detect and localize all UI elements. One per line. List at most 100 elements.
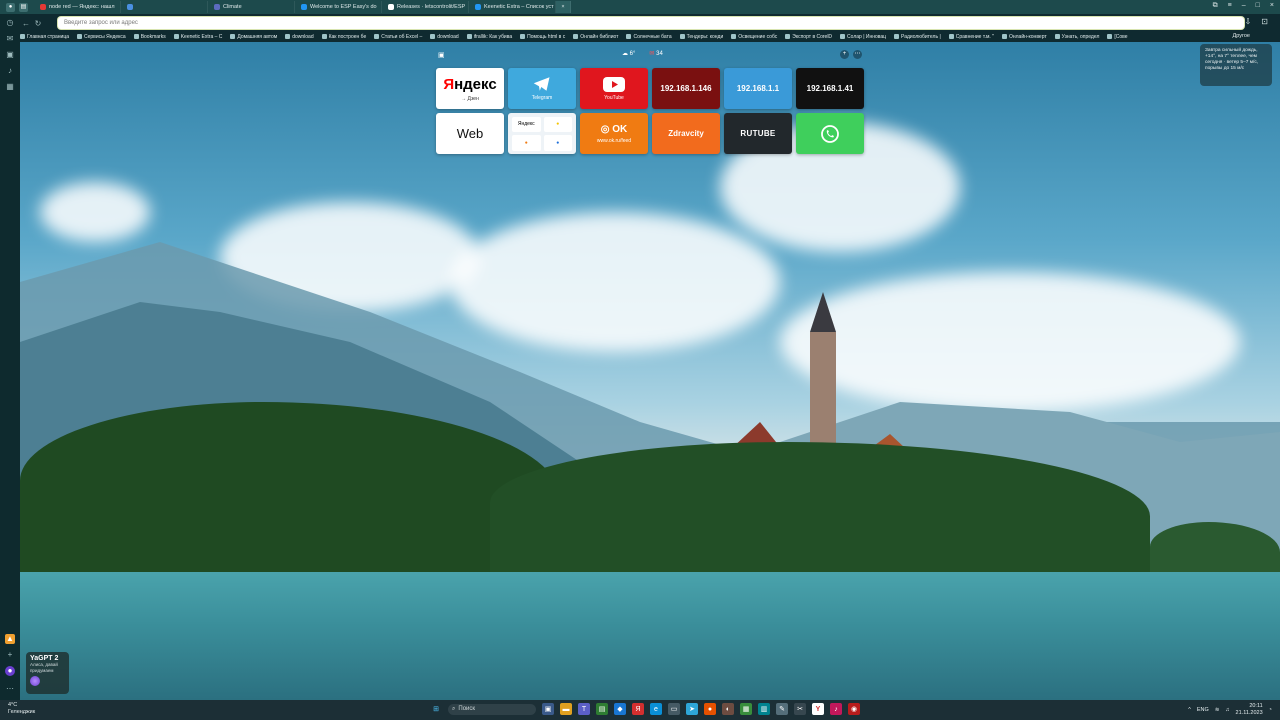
- notes-icon[interactable]: ▦: [5, 82, 15, 92]
- clock[interactable]: 20:11 21.11.2023: [1236, 703, 1263, 717]
- tile-web[interactable]: Web: [436, 113, 504, 154]
- bookmark-item[interactable]: [Сове: [1107, 34, 1128, 40]
- app-icon[interactable]: ▭: [668, 703, 680, 715]
- bookmarks-other[interactable]: Другое: [1233, 33, 1250, 39]
- edge-icon[interactable]: e: [650, 703, 662, 715]
- bookmark-item[interactable]: download: [285, 34, 314, 40]
- yandex-browser-icon[interactable]: Я: [632, 703, 644, 715]
- bookmark-item[interactable]: Статьи об Excel –: [374, 34, 422, 40]
- tab[interactable]: node red — Яндекс: нашл: [34, 1, 121, 13]
- bookmark-item[interactable]: Узнать, определ: [1054, 34, 1099, 40]
- profile-icon[interactable]: ●: [6, 2, 15, 12]
- bookmark-item[interactable]: Помощь html в с: [520, 34, 565, 40]
- bookmark-item[interactable]: Солар | Инновац: [840, 34, 886, 40]
- bookmark-item[interactable]: Главная страница: [20, 34, 69, 40]
- bookmark-item[interactable]: Онлайн-конверт: [1001, 34, 1047, 40]
- app-icon[interactable]: ♪: [830, 703, 842, 715]
- tile-whatsapp[interactable]: [796, 113, 864, 154]
- tile-yandex[interactable]: Яндекс → Дзен: [436, 68, 504, 109]
- downloads-icon[interactable]: ⇩: [1245, 17, 1252, 26]
- history-icon[interactable]: ◷: [5, 18, 15, 28]
- bookmark-icon[interactable]: ⧉: [1213, 2, 1218, 10]
- weather-widget[interactable]: ☁ 6°: [622, 50, 635, 57]
- lang-indicator[interactable]: ENG: [1197, 707, 1209, 713]
- telegram-taskbar-icon[interactable]: ➤: [686, 703, 698, 715]
- tile-folder[interactable]: Яндекс ● ● ●: [508, 113, 576, 154]
- bookmark-item[interactable]: Сравнение т.м. ": [948, 34, 994, 40]
- tile-ip-146[interactable]: 192.168.1.146: [652, 68, 720, 109]
- alice-weather-hint[interactable]: Завтра сильный дождь, +14°, на 7° теплее…: [1200, 44, 1272, 86]
- bookmark-item[interactable]: Домашняя автом: [230, 34, 277, 40]
- mail-widget[interactable]: ✉ 34: [649, 50, 662, 57]
- explorer-icon[interactable]: ▬: [560, 703, 572, 715]
- app-icon[interactable]: ▥: [758, 703, 770, 715]
- tab[interactable]: Keenetic Extra – Список уст: [469, 1, 556, 13]
- alice-icon[interactable]: ●: [5, 666, 15, 676]
- extensions-icon[interactable]: ⊡: [1261, 17, 1268, 26]
- tab-favicon: [475, 4, 481, 10]
- telegram-icon: [533, 77, 550, 91]
- settings-icon[interactable]: ⋯: [853, 50, 862, 59]
- add-icon[interactable]: +: [5, 650, 15, 660]
- tray-chevron-icon[interactable]: ^: [1188, 707, 1191, 713]
- yagpt-widget[interactable]: YaGPT 2 Алиса, давай придумаем: [26, 652, 69, 694]
- firefox-icon[interactable]: ●: [704, 703, 716, 715]
- tabs-menu-icon[interactable]: ▤: [19, 2, 28, 12]
- more-icon[interactable]: ⋯: [5, 684, 15, 694]
- app-icon[interactable]: ▲: [5, 634, 15, 644]
- bookmark-item[interactable]: Онлайн библиот: [573, 34, 618, 40]
- tile-youtube[interactable]: YouTube: [580, 68, 648, 109]
- new-tab-button[interactable]: ×: [556, 1, 571, 13]
- teams-icon[interactable]: T: [578, 703, 590, 715]
- tab[interactable]: Climate: [208, 1, 295, 13]
- gallery-icon[interactable]: ▣: [438, 51, 445, 59]
- start-icon[interactable]: ⊞: [430, 703, 442, 715]
- messenger-icon[interactable]: ✉: [5, 34, 15, 44]
- menu-icon[interactable]: ≡: [1228, 2, 1232, 10]
- close-window-icon[interactable]: ×: [1270, 2, 1274, 10]
- yandex-icon[interactable]: Y: [812, 703, 824, 715]
- bookmark-item[interactable]: download: [430, 34, 459, 40]
- music-icon[interactable]: ♪: [5, 66, 15, 76]
- volume-icon[interactable]: ♫: [1225, 707, 1229, 713]
- bookmark-item[interactable]: Сервисы Яндекса: [76, 34, 126, 40]
- tab[interactable]: Releases · letscontrolit/ESP: [382, 1, 469, 13]
- taskbar-search[interactable]: ⌕ Поиск: [448, 703, 536, 715]
- taskbar: 4°C Геленджик ⊞ ⌕ Поиск ▣ ▬ T ▤ ◆ Я e ▭ …: [0, 700, 1280, 720]
- bookmark-item[interactable]: Радиолюбитель |: [894, 34, 941, 40]
- taskview-icon[interactable]: ▣: [542, 703, 554, 715]
- app-icon[interactable]: ◆: [614, 703, 626, 715]
- bookmark-item[interactable]: Тендеры: конди: [679, 34, 723, 40]
- reload-icon[interactable]: ↻: [32, 19, 44, 28]
- tile-ip-1[interactable]: 192.168.1.1: [724, 68, 792, 109]
- notification-icon[interactable]: ◔: [1269, 707, 1272, 713]
- bookmark-item[interactable]: Экспорт в CorelD: [785, 34, 832, 40]
- maximize-icon[interactable]: □: [1256, 2, 1260, 10]
- tile-telegram[interactable]: Telegram: [508, 68, 576, 109]
- bookmark-item[interactable]: ifrallik: Как убива: [466, 34, 512, 40]
- app-icon[interactable]: ✂: [794, 703, 806, 715]
- app-icon[interactable]: ◉: [848, 703, 860, 715]
- tile-ok[interactable]: ◎ OK www.ok.ru/feed: [580, 113, 648, 154]
- app-icon[interactable]: ✎: [776, 703, 788, 715]
- bookmark-item[interactable]: Освещение собс: [731, 34, 777, 40]
- tile-zdravcity[interactable]: Zdravcity: [652, 113, 720, 154]
- add-tile-icon[interactable]: +: [840, 50, 849, 59]
- wifi-icon[interactable]: ≋: [1215, 707, 1220, 713]
- tile-ip-41[interactable]: 192.168.1.41: [796, 68, 864, 109]
- tab[interactable]: Welcome to ESP Easy's do: [295, 1, 382, 13]
- back-icon[interactable]: ←: [20, 19, 32, 28]
- tab[interactable]: [121, 1, 208, 13]
- bookmark-item[interactable]: Bookmarks: [133, 34, 166, 40]
- bookmark-item[interactable]: Как построен бе: [321, 34, 366, 40]
- tile-rutube[interactable]: RUTUBE: [724, 113, 792, 154]
- app-icon[interactable]: ◐: [722, 703, 734, 715]
- collections-icon[interactable]: ▣: [5, 50, 15, 60]
- address-input[interactable]: Введите запрос или адрес: [58, 17, 1244, 29]
- taskbar-weather[interactable]: 4°C Геленджик: [8, 702, 35, 716]
- minimize-icon[interactable]: –: [1242, 2, 1246, 10]
- app-icon[interactable]: ▦: [740, 703, 752, 715]
- bookmark-item[interactable]: Keenetic Extra – С: [173, 34, 222, 40]
- bookmark-item[interactable]: Солнечные бата: [626, 34, 672, 40]
- app-icon[interactable]: ▤: [596, 703, 608, 715]
